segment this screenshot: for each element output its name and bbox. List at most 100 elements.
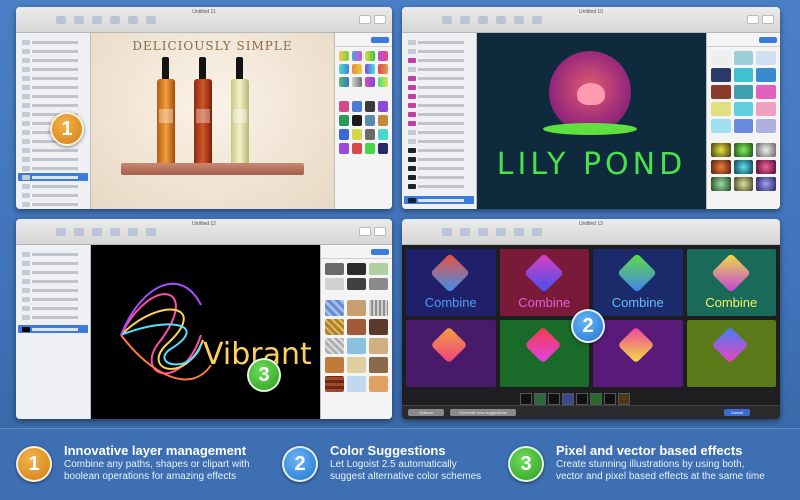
image-tool-icon[interactable]: [128, 16, 138, 24]
pattern-swatch[interactable]: [347, 357, 366, 373]
color-suggestions-icon[interactable]: [146, 16, 156, 24]
layer-row[interactable]: [404, 65, 474, 73]
gradient-swatch[interactable]: [711, 119, 731, 133]
radial-gradient-swatch[interactable]: [733, 177, 754, 191]
border-swatch[interactable]: [339, 101, 349, 112]
layer-row[interactable]: [404, 83, 474, 91]
layer-row[interactable]: [18, 200, 88, 208]
preset-swatch[interactable]: [365, 51, 375, 61]
layer-row[interactable]: [18, 259, 88, 267]
border-swatch[interactable]: [339, 129, 349, 140]
zoom-field[interactable]: [747, 15, 759, 24]
layer-row-selected[interactable]: [404, 196, 474, 204]
border-swatch[interactable]: [365, 143, 375, 154]
swatch-chip[interactable]: [576, 393, 588, 405]
suggestion-tile[interactable]: [406, 320, 496, 387]
gradient-swatch[interactable]: [711, 85, 731, 99]
swatch-chip[interactable]: [618, 393, 630, 405]
layer-row[interactable]: [18, 304, 88, 312]
pattern-swatch[interactable]: [347, 319, 366, 335]
gradient-swatch[interactable]: [733, 51, 754, 65]
canvas[interactable]: Vibrant: [91, 245, 320, 419]
suggestion-tile[interactable]: Combine: [593, 249, 683, 316]
path-tool-icon[interactable]: [478, 16, 488, 24]
suggestion-tile[interactable]: [686, 320, 776, 387]
pattern-swatch[interactable]: [369, 357, 388, 373]
layer-row[interactable]: [18, 250, 88, 258]
radial-gradient-swatch[interactable]: [756, 160, 776, 174]
preset-swatch[interactable]: [378, 51, 388, 61]
layer-row[interactable]: [18, 182, 88, 190]
suggestion-tile[interactable]: Combine: [686, 249, 776, 316]
border-swatch[interactable]: [365, 115, 375, 126]
preset-swatch[interactable]: [339, 51, 349, 61]
swatch-chip[interactable]: [548, 393, 560, 405]
layer-row[interactable]: [404, 128, 474, 136]
text-tool-icon[interactable]: [110, 228, 120, 236]
pattern-swatch[interactable]: [347, 300, 366, 316]
size-field[interactable]: [762, 15, 774, 24]
gradient-swatch[interactable]: [733, 68, 754, 82]
gradient-swatch[interactable]: [733, 119, 754, 133]
layer-row[interactable]: [18, 83, 88, 91]
layer-row[interactable]: [18, 164, 88, 172]
size-field[interactable]: [374, 227, 386, 236]
preset-swatch[interactable]: [352, 77, 362, 87]
layer-row[interactable]: [18, 268, 88, 276]
preset-swatch[interactable]: [352, 51, 362, 61]
shape-tool-icon[interactable]: [74, 228, 84, 236]
layer-row-selected[interactable]: [18, 325, 88, 333]
text-tool-icon[interactable]: [496, 228, 506, 236]
texture-swatch[interactable]: [369, 263, 388, 275]
shape-tool-icon[interactable]: [460, 16, 470, 24]
path-tool-icon[interactable]: [92, 228, 102, 236]
border-swatch[interactable]: [352, 143, 362, 154]
layer-row[interactable]: [18, 56, 88, 64]
text-tool-icon[interactable]: [110, 16, 120, 24]
texture-swatch[interactable]: [347, 263, 366, 275]
color-suggestions-icon[interactable]: [532, 228, 542, 236]
shape-tool-icon[interactable]: [460, 228, 470, 236]
layer-row[interactable]: [404, 74, 474, 82]
gradient-swatch[interactable]: [711, 51, 731, 65]
pattern-swatch[interactable]: [325, 300, 344, 316]
border-swatch[interactable]: [352, 101, 362, 112]
layer-row[interactable]: [18, 101, 88, 109]
pattern-swatch[interactable]: [347, 338, 366, 354]
pattern-swatch[interactable]: [325, 338, 344, 354]
suggestion-tile[interactable]: Combine: [406, 249, 496, 316]
suggestion-tile[interactable]: [593, 320, 683, 387]
pattern-swatch[interactable]: [325, 319, 344, 335]
border-swatch[interactable]: [365, 129, 375, 140]
preset-swatch[interactable]: [378, 77, 388, 87]
gradient-swatch[interactable]: [756, 119, 776, 133]
preset-swatch[interactable]: [378, 64, 388, 74]
layer-row[interactable]: [18, 277, 88, 285]
border-swatch[interactable]: [378, 101, 388, 112]
swatch-chip[interactable]: [562, 393, 574, 405]
layer-row[interactable]: [18, 286, 88, 294]
text-tool-icon[interactable]: [496, 16, 506, 24]
layer-row[interactable]: [18, 92, 88, 100]
pattern-swatch[interactable]: [325, 376, 344, 392]
image-tool-icon[interactable]: [128, 228, 138, 236]
color-suggestions-icon[interactable]: [532, 16, 542, 24]
swatch-chip[interactable]: [534, 393, 546, 405]
layer-row[interactable]: [404, 56, 474, 64]
swatch-chip[interactable]: [590, 393, 602, 405]
path-tool-icon[interactable]: [92, 16, 102, 24]
layer-row[interactable]: [18, 191, 88, 199]
pattern-swatch[interactable]: [369, 376, 388, 392]
options-button[interactable]: Options: [408, 409, 444, 416]
layer-row[interactable]: [18, 38, 88, 46]
border-swatch[interactable]: [378, 129, 388, 140]
preset-swatch[interactable]: [365, 64, 375, 74]
generate-suggestions-button[interactable]: Generate new suggestions: [450, 409, 516, 416]
layer-row[interactable]: [18, 47, 88, 55]
radial-gradient-swatch[interactable]: [756, 143, 776, 157]
layer-row[interactable]: [404, 92, 474, 100]
preset-swatch[interactable]: [352, 64, 362, 74]
group-tool-icon[interactable]: [56, 16, 66, 24]
layer-row[interactable]: [404, 110, 474, 118]
group-tool-icon[interactable]: [442, 228, 452, 236]
